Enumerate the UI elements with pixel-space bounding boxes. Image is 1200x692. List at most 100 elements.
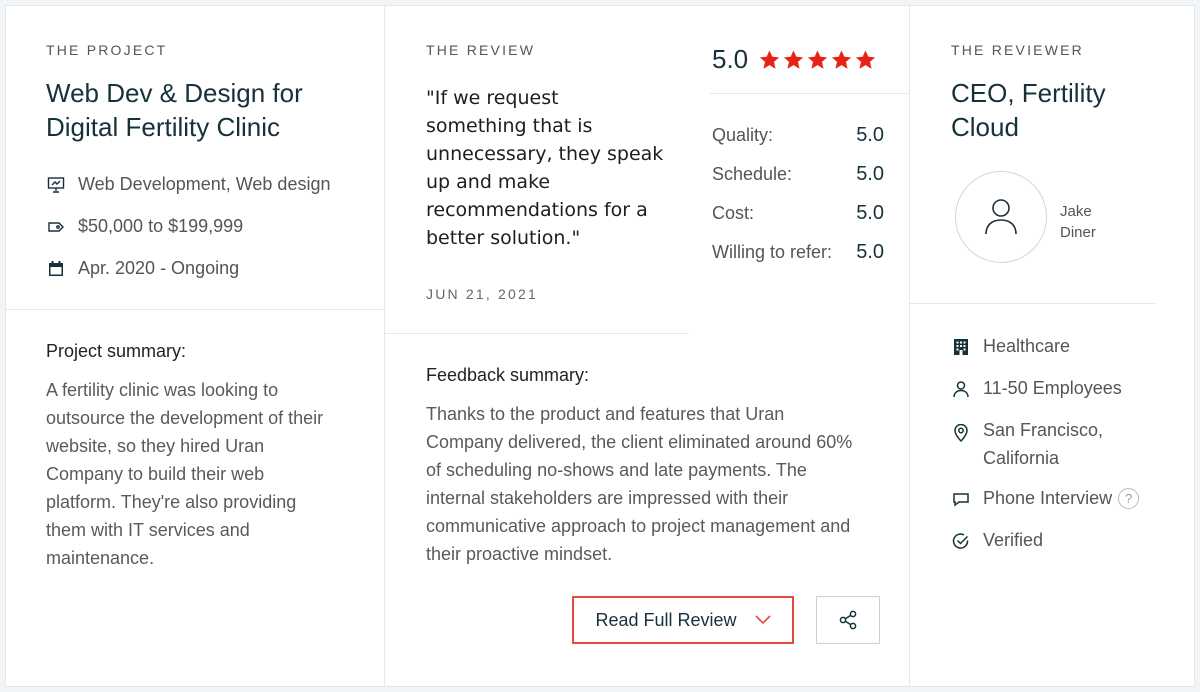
employees-text: 11-50 Employees — [983, 378, 1122, 398]
overall-rating: 5.0 — [712, 44, 878, 75]
rating-value: 5.0 — [856, 241, 884, 263]
divider — [910, 303, 1155, 304]
feedback-line: of scheduling no-shows and late payments… — [426, 460, 807, 480]
location-pin-icon — [951, 423, 971, 443]
location-text: San Francisco, California — [983, 416, 1103, 472]
interview-text: Phone Interview — [983, 488, 1113, 508]
avatar — [955, 171, 1047, 263]
building-icon — [951, 337, 971, 357]
star-icon — [832, 49, 852, 69]
project-title: Web Dev & Design for Digital Fertility C… — [46, 76, 303, 144]
rating-value: 5.0 — [856, 202, 884, 224]
quote-line: recommendations for a — [426, 199, 648, 221]
services-text: Web Development, Web design — [78, 174, 331, 194]
chat-bubble-icon — [951, 489, 971, 509]
reviewer-industry: Healthcare — [951, 336, 1070, 357]
summary-line: outsource the development of their — [46, 408, 324, 428]
project-title-line: Web Dev & Design for — [46, 78, 303, 108]
reviewer-first-name: Jake — [1060, 203, 1092, 220]
project-title-line: Digital Fertility Clinic — [46, 112, 281, 142]
feedback-summary-heading: Feedback summary: — [426, 365, 590, 385]
review-quote: "If we request something that is unneces… — [426, 84, 671, 252]
rating-row-cost: Cost: 5.0 — [712, 194, 884, 233]
share-icon — [839, 610, 857, 630]
read-full-review-label: Read Full Review — [595, 609, 737, 630]
help-icon[interactable]: ? — [1118, 488, 1140, 509]
project-summary-text: A fertility clinic was looking to outsou… — [46, 376, 366, 572]
check-circle-icon — [951, 531, 971, 551]
summary-line: maintenance. — [46, 548, 155, 568]
review-column: THE REVIEW "If we request something that… — [385, 6, 910, 686]
rating-label: Cost: — [712, 203, 755, 223]
summary-line: A fertility clinic was looking to — [46, 380, 279, 400]
divider — [6, 309, 385, 310]
chevron-down-icon — [754, 615, 771, 625]
verified-text: Verified — [983, 530, 1044, 550]
feedback-summary-text: Thanks to the product and features that … — [426, 400, 896, 568]
reviewer-title: CEO, Fertility Cloud — [951, 76, 1106, 144]
location-line: California — [983, 448, 1060, 468]
person-icon — [951, 379, 971, 399]
quote-line: unnecessary, they speak — [426, 143, 664, 165]
read-full-review-button[interactable]: Read Full Review — [572, 596, 794, 644]
reviewer-last-name: Diner — [1060, 224, 1096, 241]
summary-line: them with IT services and — [46, 520, 250, 540]
star-icon — [856, 49, 876, 69]
star-icon — [760, 49, 780, 69]
feedback-line: their proactive mindset. — [426, 544, 613, 564]
rating-value: 5.0 — [856, 124, 884, 146]
project-section-label: THE PROJECT — [46, 42, 168, 58]
rating-row-willing-to-refer: Willing to refer: 5.0 — [712, 233, 884, 272]
summary-line: Company to build their web — [46, 464, 265, 484]
review-date: JUN 21, 2021 — [426, 286, 539, 302]
divider — [710, 93, 910, 94]
project-summary-heading: Project summary: — [46, 341, 187, 361]
feedback-line: internal stakeholders are impressed with… — [426, 488, 789, 508]
user-icon — [985, 199, 1017, 235]
industry-text: Healthcare — [983, 336, 1071, 356]
dates-text: Apr. 2020 - Ongoing — [78, 258, 240, 278]
quote-line: better solution." — [426, 227, 581, 249]
project-column: THE PROJECT Web Dev & Design for Digital… — [6, 6, 385, 686]
reviewer-title-line: Cloud — [951, 112, 1019, 142]
budget-text: $50,000 to $199,999 — [78, 216, 244, 236]
project-dates: Apr. 2020 - Ongoing — [46, 258, 239, 279]
quote-line: something that is — [426, 115, 593, 137]
presentation-icon — [46, 175, 66, 195]
rating-row-schedule: Schedule: 5.0 — [712, 155, 884, 194]
star-rating — [758, 49, 878, 71]
divider — [385, 333, 689, 334]
reviewer-name: Jake Diner — [1060, 201, 1120, 243]
reviewer-employees: 11-50 Employees — [951, 378, 1122, 399]
star-icon — [808, 49, 828, 69]
summary-line: platform. They're also providing — [46, 492, 297, 512]
reviewer-section-label: THE REVIEWER — [951, 42, 1084, 58]
overall-score: 5.0 — [712, 44, 749, 74]
reviewer-title-line: CEO, Fertility — [951, 78, 1106, 108]
reviewer-location: San Francisco, California — [951, 420, 1103, 472]
ratings-breakdown: Quality: 5.0 Schedule: 5.0 Cost: 5.0 Wil… — [712, 116, 884, 272]
feedback-line: Company delivered, the client eliminated… — [426, 432, 853, 452]
quote-line: up and make — [426, 171, 551, 193]
reviewer-column: THE REVIEWER CEO, Fertility Cloud Jake D… — [910, 6, 1196, 686]
feedback-line: Thanks to the product and features that … — [426, 404, 785, 424]
rating-row-quality: Quality: 5.0 — [712, 116, 884, 155]
quote-line: "If we request — [426, 87, 559, 109]
project-services: Web Development, Web design — [46, 174, 330, 195]
rating-label: Quality: — [712, 125, 774, 145]
project-budget: $50,000 to $199,999 — [46, 216, 243, 237]
location-line: San Francisco, — [983, 420, 1104, 440]
rating-label: Schedule: — [712, 164, 793, 184]
review-card: THE PROJECT Web Dev & Design for Digital… — [5, 5, 1195, 687]
reviewer-interview: Phone Interview ? — [951, 488, 1140, 509]
feedback-line: communicative approach to project manage… — [426, 516, 851, 536]
reviewer-verified: Verified — [951, 530, 1043, 551]
rating-value: 5.0 — [856, 163, 884, 185]
rating-label: Willing to refer: — [712, 242, 833, 262]
price-tag-icon — [46, 217, 66, 237]
calendar-icon — [46, 259, 66, 279]
review-section-label: THE REVIEW — [426, 42, 536, 58]
star-icon — [784, 49, 804, 69]
summary-line: website, so they hired Uran — [46, 436, 265, 456]
share-button[interactable] — [816, 596, 880, 644]
